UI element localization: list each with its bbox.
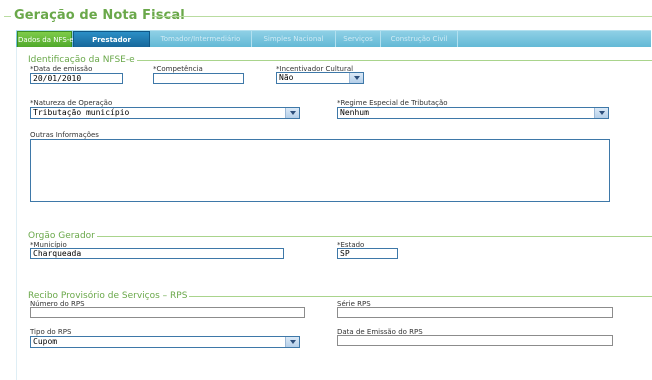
regime-especial-value: Nenhum [340,108,369,117]
tab-servicos: Serviços [336,31,381,47]
outras-informacoes-textarea[interactable] [30,139,610,202]
natureza-operacao-select[interactable]: Tributação município [30,107,300,119]
chevron-down-icon[interactable] [594,108,608,118]
label-tipo-rps: Tipo do RPS [30,328,72,336]
label-natureza-operacao: *Natureza de Operação [30,99,113,107]
label-data-emissao: *Data de emissão [30,65,93,73]
section-title-orgao: Orgão Gerador [28,231,97,241]
label-outras-informacoes: Outras Informações [30,131,99,139]
data-emissao-rps-input[interactable] [337,335,613,346]
tab-tomador-intermediario: Tomador/Intermediário [150,31,252,47]
chevron-down-icon[interactable] [349,73,363,83]
section-line-orgao [28,236,652,237]
natureza-operacao-value: Tributação município [33,108,130,117]
municipio-input[interactable]: Charqueada [30,248,284,259]
tipo-rps-select[interactable]: Cupom [30,336,300,348]
content-panel [16,47,651,380]
serie-rps-input[interactable] [337,307,613,318]
estado-input[interactable]: SP [337,248,398,259]
chevron-down-icon[interactable] [285,337,299,347]
tab-dados-nfse[interactable]: Dados da NFS-e [17,31,74,47]
tab-simples-nacional: Simples Nacional [252,31,336,47]
tipo-rps-value: Cupom [33,337,58,346]
section-title-identificacao: Identificação da NFSE-e [28,55,137,65]
tab-prestador[interactable]: Prestador [73,31,150,47]
regime-especial-select[interactable]: Nenhum [337,107,609,119]
incentivador-cultural-select[interactable]: Não [276,72,364,84]
label-competencia: *Competência [153,65,203,73]
label-regime-especial: *Regime Especial de Tributação [337,99,448,107]
header-line-right [152,16,652,17]
numero-rps-input[interactable] [30,307,305,318]
data-emissao-input[interactable]: 20/01/2010 [30,73,123,84]
competencia-input[interactable] [153,73,244,84]
tab-construcao-civil: Construção Civil [381,31,458,47]
incentivador-cultural-value: Não [279,73,294,82]
chevron-down-icon[interactable] [285,108,299,118]
